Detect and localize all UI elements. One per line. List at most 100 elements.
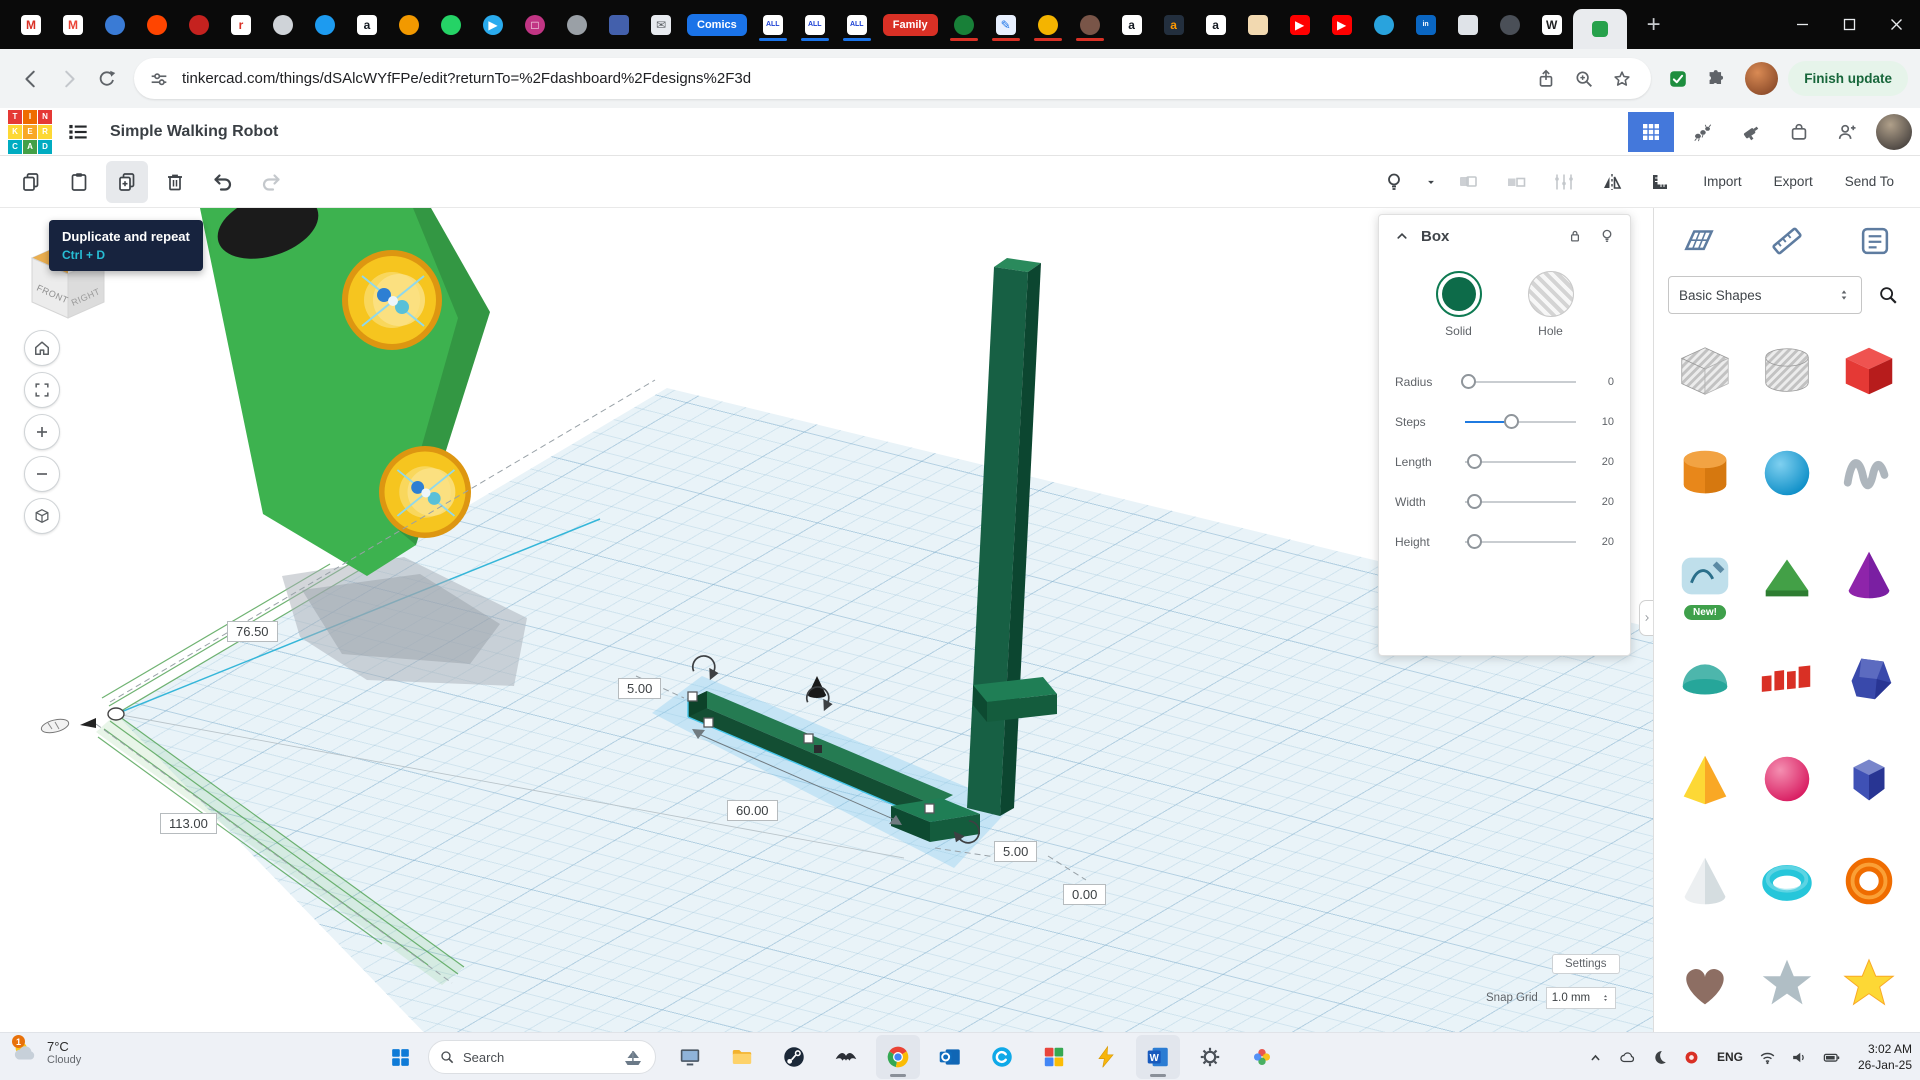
reddot-icon[interactable]: [1679, 1044, 1705, 1070]
mirror-icon[interactable]: [1591, 161, 1633, 203]
tab-instagram[interactable]: □: [514, 6, 556, 44]
tab-amazon[interactable]: a: [346, 6, 388, 44]
vol-icon[interactable]: [1787, 1044, 1813, 1070]
new-tab-button[interactable]: +: [1639, 11, 1669, 39]
tab-amazon-dark[interactable]: a: [1153, 6, 1195, 44]
start-button[interactable]: [378, 1035, 422, 1079]
chevup-icon[interactable]: [1583, 1044, 1609, 1070]
shape-paraboloid[interactable]: [1748, 734, 1826, 824]
taskbar-gear[interactable]: [1188, 1035, 1232, 1079]
tab-mail[interactable]: ✉: [640, 6, 682, 44]
language-indicator[interactable]: ENG: [1714, 1050, 1746, 1064]
undo-icon[interactable]: [202, 161, 244, 203]
tab-whatsapp[interactable]: [430, 6, 472, 44]
search-shapes-icon[interactable]: [1870, 277, 1906, 313]
taskbar-officegrid[interactable]: [1032, 1035, 1076, 1079]
home-view-button[interactable]: [24, 330, 60, 366]
bag-icon[interactable]: [1780, 113, 1818, 151]
solid-option[interactable]: Solid: [1435, 271, 1482, 338]
taskbar-chrome[interactable]: [876, 1035, 920, 1079]
design-menu-icon[interactable]: [60, 114, 96, 150]
height-slider[interactable]: [1465, 534, 1576, 549]
shape-sphere[interactable]: [1748, 428, 1826, 518]
import-button[interactable]: Import: [1687, 162, 1757, 202]
taskbar-explorer[interactable]: [720, 1035, 764, 1079]
star-icon[interactable]: [1603, 60, 1641, 98]
tab-wikipedia[interactable]: W: [1531, 6, 1573, 44]
tab-all-3[interactable]: ALL: [836, 6, 878, 44]
measure-icon[interactable]: [1639, 161, 1681, 203]
settings-button[interactable]: Settings: [1552, 954, 1620, 974]
shape-scribble-new[interactable]: New!: [1666, 530, 1744, 620]
bulb-icon[interactable]: [1373, 161, 1415, 203]
export-button[interactable]: Export: [1758, 162, 1829, 202]
dim-label[interactable]: 5.00: [618, 678, 662, 699]
minus-view-button[interactable]: [24, 456, 60, 492]
tab-gray-circle[interactable]: [262, 6, 304, 44]
tab-pencil[interactable]: ✎: [985, 6, 1027, 44]
shape-scribble[interactable]: [1830, 428, 1908, 518]
taskbar-skype[interactable]: [980, 1035, 1024, 1079]
shape-cone-gray[interactable]: [1666, 836, 1744, 926]
tab-group-comics[interactable]: Comics: [687, 13, 747, 36]
shape-box[interactable]: [1830, 326, 1908, 416]
tab-pixel[interactable]: [1027, 6, 1069, 44]
slider-knob[interactable]: [1503, 414, 1519, 429]
duplicate-icon[interactable]: [106, 160, 148, 203]
shape-cone[interactable]: [1830, 530, 1908, 620]
cloud-icon[interactable]: [1615, 1044, 1641, 1070]
trash-icon[interactable]: [154, 161, 196, 203]
tab-active-tinkercad[interactable]: [1572, 9, 1627, 49]
taskbar-outlook[interactable]: [928, 1035, 972, 1079]
browser-profile-avatar[interactable]: [1745, 62, 1779, 95]
copy-icon[interactable]: [10, 161, 52, 203]
shape-star-gray[interactable]: [1748, 938, 1826, 1028]
snap-grid-select[interactable]: 1.0 mm: [1545, 987, 1616, 1009]
length-slider[interactable]: [1465, 454, 1576, 469]
send-to-button[interactable]: Send To: [1829, 162, 1910, 202]
shape-torus[interactable]: [1748, 836, 1826, 926]
width-slider[interactable]: [1465, 494, 1576, 509]
shape-text[interactable]: [1748, 632, 1826, 722]
redo-icon[interactable]: [250, 161, 292, 203]
slider-knob[interactable]: [1461, 374, 1477, 389]
tab-all-2[interactable]: ALL: [794, 6, 836, 44]
shape-roof[interactable]: [1748, 530, 1826, 620]
tab-r[interactable]: r: [220, 6, 262, 44]
clock[interactable]: 3:02 AM 26-Jan-25: [1854, 1041, 1912, 1073]
taskbar-photos[interactable]: [1240, 1035, 1284, 1079]
tab-amazon-3[interactable]: a: [1195, 6, 1237, 44]
tab-brown[interactable]: [1069, 6, 1111, 44]
plus-view-button[interactable]: [24, 414, 60, 450]
dim-label[interactable]: 60.00: [727, 800, 778, 821]
shape-tube[interactable]: [1830, 836, 1908, 926]
tab-blue-face[interactable]: [1363, 6, 1405, 44]
group-icon[interactable]: [1447, 161, 1489, 203]
collapse-panel-handle[interactable]: [1639, 600, 1653, 636]
weather-widget[interactable]: 1 7°C Cloudy: [10, 1035, 81, 1067]
notes-icon[interactable]: [1856, 222, 1894, 260]
tab-gmail[interactable]: M: [10, 6, 52, 44]
reload-icon[interactable]: [88, 60, 126, 98]
rulerp-icon[interactable]: [1768, 222, 1806, 260]
shape-pyramid[interactable]: [1666, 734, 1744, 824]
hole-option[interactable]: Hole: [1527, 271, 1574, 338]
radius-slider[interactable]: [1461, 374, 1576, 389]
tab-gray-app[interactable]: [1447, 6, 1489, 44]
ungroup-icon[interactable]: [1495, 161, 1537, 203]
window-maximize-button[interactable]: [1826, 0, 1873, 49]
address-bar[interactable]: tinkercad.com/things/dSAlcWYfFPe/edit?re…: [134, 58, 1652, 99]
tab-red-circle[interactable]: [178, 6, 220, 44]
extcheck-icon[interactable]: [1659, 60, 1697, 98]
back-icon[interactable]: [12, 60, 50, 98]
lock-icon[interactable]: [1566, 227, 1584, 245]
tab-all-1[interactable]: ALL: [752, 6, 794, 44]
align-icon[interactable]: [1543, 161, 1585, 203]
shape-cylinder[interactable]: [1666, 428, 1744, 518]
dim-label[interactable]: 0.00: [1063, 884, 1107, 905]
slider-knob[interactable]: [1466, 534, 1482, 549]
battery-icon[interactable]: [1819, 1044, 1845, 1070]
tab-group-family[interactable]: Family: [882, 13, 938, 36]
shape-heart[interactable]: [1666, 938, 1744, 1028]
slider-knob[interactable]: [1466, 454, 1482, 469]
